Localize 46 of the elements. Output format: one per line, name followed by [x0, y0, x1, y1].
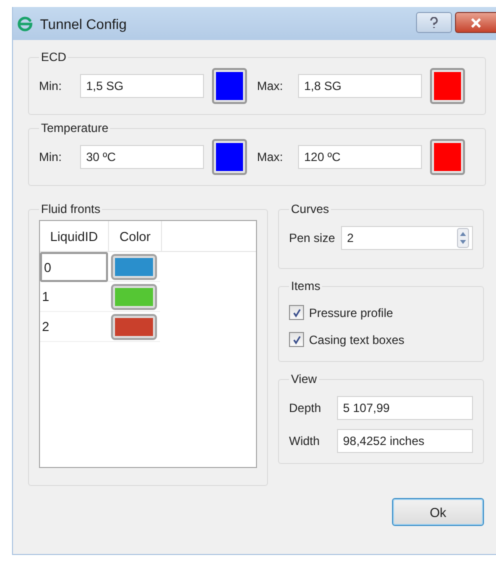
checkmark-icon	[292, 334, 302, 344]
color-picker-button[interactable]	[212, 68, 247, 104]
column-header[interactable]: LiquidID	[40, 221, 109, 251]
field-label: Depth	[289, 401, 322, 415]
spin-arrows-icon	[457, 228, 469, 248]
checkbox[interactable]	[289, 305, 304, 320]
color-picker-button[interactable]	[212, 139, 247, 175]
app-logo-icon	[16, 16, 34, 32]
group-title: View	[290, 372, 318, 386]
column-header[interactable]: Color	[109, 221, 162, 251]
input-field[interactable]: 98,4252 inches	[337, 429, 473, 453]
field-label: Width	[289, 434, 321, 448]
window-title: Tunnel Config	[40, 16, 127, 32]
input-field[interactable]: 5 107,99	[337, 396, 473, 420]
checkmark-icon	[292, 308, 302, 318]
input-field[interactable]: 1,8 SG	[298, 74, 422, 98]
field-label: Min:	[39, 150, 63, 164]
field-label: Pen size	[289, 231, 336, 245]
input-field[interactable]: 1,5 SG	[80, 74, 204, 98]
color-swatch-button[interactable]	[111, 284, 157, 310]
table-cell[interactable]: 0	[40, 252, 108, 282]
question-mark-icon	[429, 16, 439, 28]
help-button[interactable]	[416, 12, 452, 33]
input-field[interactable]: 30 ºC	[80, 145, 204, 169]
field-label: Max:	[257, 79, 284, 93]
color-swatch-button[interactable]	[111, 254, 157, 280]
group-title: Curves	[290, 202, 330, 216]
ok-button[interactable]: Ok	[392, 498, 484, 526]
table-cell[interactable]: 1	[40, 282, 108, 312]
group-title: ECD	[40, 50, 68, 64]
spin-box[interactable]: 2	[341, 226, 473, 250]
color-picker-button[interactable]	[430, 68, 465, 104]
input-field[interactable]: 120 ºC	[298, 145, 422, 169]
close-icon	[470, 18, 482, 28]
group-title: Temperature	[40, 121, 110, 135]
color-swatch-button[interactable]	[111, 314, 157, 340]
group-title: Items	[290, 279, 322, 293]
table-cell[interactable]: 2	[40, 312, 108, 342]
checkbox-label: Pressure profile	[309, 306, 394, 320]
color-picker-button[interactable]	[430, 139, 465, 175]
group-title: Fluid fronts	[40, 202, 102, 216]
field-label: Min:	[39, 79, 63, 93]
checkbox[interactable]	[289, 332, 304, 347]
checkbox-label: Casing text boxes	[309, 332, 404, 346]
close-button[interactable]	[455, 12, 496, 33]
field-label: Max:	[257, 150, 284, 164]
